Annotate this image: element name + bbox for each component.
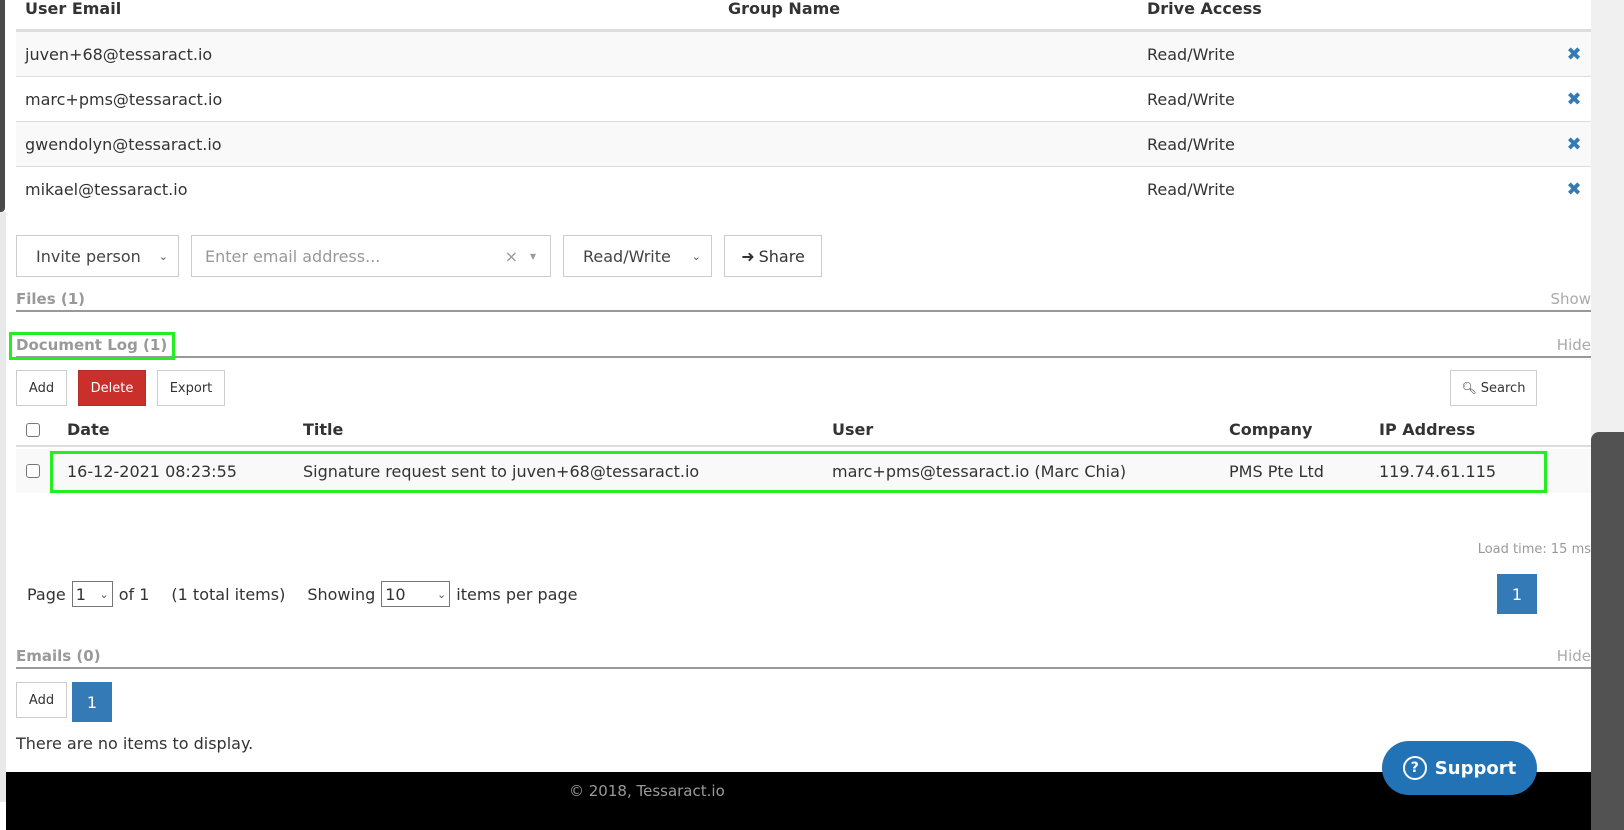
empty-state-text: There are no items to display. [16, 734, 254, 753]
add-email-button[interactable]: Add [16, 682, 67, 718]
add-log-button[interactable]: Add [16, 370, 67, 406]
support-button[interactable]: ? Support [1382, 741, 1537, 795]
left-scrollbar-track [0, 212, 6, 802]
log-user: marc+pms@tessaract.io (Marc Chia) [832, 461, 1127, 481]
document-log-section-header: Document Log (1) Hide [16, 336, 1591, 358]
chevron-down-icon: ⌄ [691, 249, 701, 263]
per-page-value: 10 [385, 584, 406, 604]
page-label: Page [27, 584, 66, 604]
share-button[interactable]: ➜ Share [724, 235, 822, 277]
remove-x-icon[interactable]: ✖ [1557, 89, 1591, 110]
header-title[interactable]: Title [303, 420, 832, 439]
table-row: marc+pms@tessaract.io Read/Write ✖ [16, 77, 1591, 122]
access-level-value: Read/Write [583, 246, 671, 266]
drive-access-table: User Email Group Name Drive Access juven… [16, 0, 1591, 212]
dropdown-caret-icon[interactable]: ▾ [530, 249, 536, 263]
clear-icon[interactable]: × [505, 247, 518, 266]
page-select[interactable]: 1 ⌄ [71, 581, 113, 607]
header-drive-access: Drive Access [1147, 0, 1262, 18]
files-show-toggle[interactable]: Show [1551, 290, 1591, 308]
table-header: User Email Group Name Drive Access [16, 0, 1591, 32]
files-section-header: Files (1) Show [16, 290, 1591, 312]
files-section-title[interactable]: Files (1) [16, 290, 85, 308]
showing-label: Showing [307, 584, 376, 604]
table-row: gwendolyn@tessaract.io Read/Write ✖ [16, 122, 1591, 167]
emails-page-1-button[interactable]: 1 [72, 682, 112, 722]
total-items-label: (1 total items) [171, 584, 286, 604]
support-label: Support [1434, 757, 1517, 779]
log-ip-address: 119.74.61.115 [1379, 461, 1497, 481]
help-circle-icon: ? [1402, 756, 1427, 780]
search-button[interactable]: 🔍︎ Search [1450, 370, 1537, 406]
table-row: mikael@tessaract.io Read/Write ✖ [16, 167, 1591, 212]
invite-type-value: Invite person [36, 246, 141, 266]
log-title: Signature request sent to juven+68@tessa… [303, 461, 700, 481]
remove-x-icon[interactable]: ✖ [1557, 179, 1591, 200]
email-placeholder: Enter email address... [205, 246, 381, 266]
document-log-section-title[interactable]: Document Log (1) [16, 336, 167, 354]
per-page-label: items per page [456, 584, 578, 604]
chevron-down-icon: ⌄ [99, 587, 109, 601]
header-date[interactable]: Date [67, 420, 303, 439]
chevron-down-icon: ⌄ [437, 587, 447, 601]
remove-x-icon[interactable]: ✖ [1557, 134, 1591, 155]
header-user-email: User Email [25, 0, 122, 18]
page-of-label: of 1 [118, 584, 150, 604]
log-company: PMS Pte Ltd [1229, 461, 1324, 481]
document-log-hide-toggle[interactable]: Hide [1557, 336, 1591, 354]
drive-access: Read/Write [1147, 89, 1235, 109]
user-email: mikael@tessaract.io [25, 180, 188, 199]
user-email: marc+pms@tessaract.io [25, 89, 223, 109]
header-ip-address[interactable]: IP Address [1379, 420, 1539, 439]
drive-access: Read/Write [1147, 134, 1235, 154]
emails-section-header: Emails (0) Hide [16, 647, 1591, 669]
pagination-controls: Page 1 ⌄ of 1 (1 total items) Showing 10… [27, 580, 577, 608]
search-label: Search [1480, 380, 1526, 396]
row-checkbox[interactable] [26, 464, 40, 478]
emails-section-title[interactable]: Emails (0) [16, 647, 101, 665]
invite-type-select[interactable]: Invite person ⌄ [16, 235, 179, 277]
delete-log-button[interactable]: Delete [78, 370, 146, 406]
arrow-right-icon: ➜ [741, 246, 755, 266]
remove-x-icon[interactable]: ✖ [1557, 44, 1591, 65]
document-log-table-header: Date Title User Company IP Address [16, 414, 1591, 447]
user-email: gwendolyn@tessaract.io [25, 134, 222, 154]
per-page-select[interactable]: 10 ⌄ [381, 581, 451, 607]
export-log-button[interactable]: Export [157, 370, 225, 406]
drive-access: Read/Write [1147, 44, 1235, 64]
emails-hide-toggle[interactable]: Hide [1557, 647, 1591, 665]
table-row: juven+68@tessaract.io Read/Write ✖ [16, 32, 1591, 77]
page-select-value: 1 [75, 584, 86, 604]
drive-access: Read/Write [1147, 180, 1235, 199]
log-date: 16-12-2021 08:23:55 [67, 461, 237, 481]
footer: © 2018, Tessaract.io [6, 772, 1591, 830]
right-scrollbar-thumb[interactable] [1591, 432, 1624, 830]
user-email: juven+68@tessaract.io [25, 44, 213, 64]
search-icon: 🔍︎ [1461, 381, 1477, 395]
access-level-select[interactable]: Read/Write ⌄ [563, 235, 712, 277]
chevron-down-icon: ⌄ [158, 249, 168, 263]
footer-copyright: © 2018, Tessaract.io [569, 782, 725, 800]
share-label: Share [758, 246, 805, 266]
page-1-button[interactable]: 1 [1497, 574, 1537, 614]
table-row[interactable]: 16-12-2021 08:23:55 Signature request se… [16, 449, 1591, 493]
email-input[interactable]: Enter email address... × ▾ [191, 235, 551, 277]
header-company[interactable]: Company [1229, 420, 1379, 439]
header-group-name: Group Name [728, 0, 841, 18]
invite-form: Invite person ⌄ Enter email address... ×… [16, 235, 822, 277]
select-all-checkbox[interactable] [26, 422, 40, 437]
load-time: Load time: 15 ms [1477, 542, 1591, 557]
header-user[interactable]: User [832, 420, 1229, 439]
left-scrollbar-thumb[interactable] [0, 0, 5, 212]
